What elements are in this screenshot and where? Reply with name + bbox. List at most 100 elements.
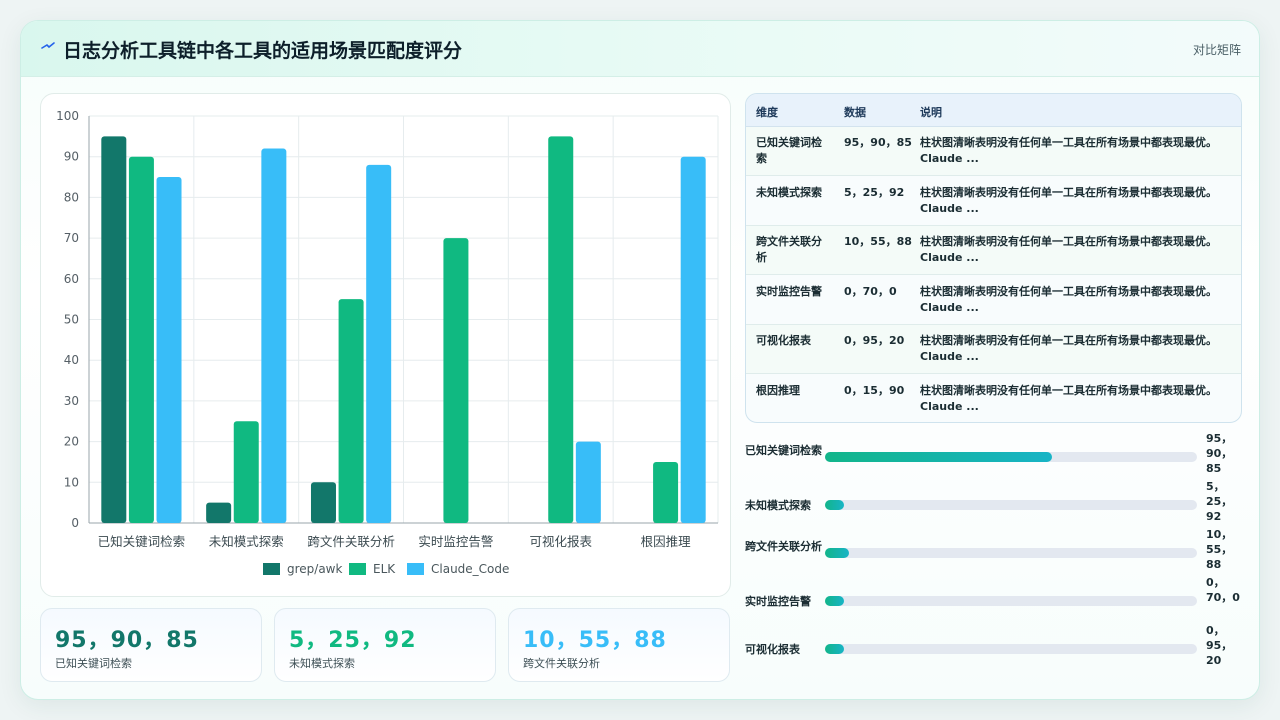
progress-value: 10，55，88 xyxy=(1206,528,1233,571)
progress-value: 95，90，85 xyxy=(1206,432,1233,475)
table-cell-note: 柱状图清晰表明没有任何单一工具在所有场景中都表现最优。Claude ... xyxy=(920,185,1217,215)
bar-claude-code-5 xyxy=(680,156,706,523)
table-cell-data: 0，15，90 xyxy=(844,383,905,397)
kpi-card-2: 5，25，92 未知模式探索 xyxy=(274,608,496,682)
table-row: 已知关键词检索 95，90，85 柱状图清晰表明没有任何单一工具在所有场景中都表现最… xyxy=(746,127,1241,176)
table-cell-data: 0，70，0 xyxy=(844,284,897,298)
table-header-dimension: 维度 xyxy=(756,106,778,119)
table-row: 跨文件关联分析 10，55，88 柱状图清晰表明没有任何单一工具在所有场景中都表现最… xyxy=(746,226,1241,275)
bar-elk-5 xyxy=(653,461,679,523)
bar-claude-code-4 xyxy=(575,441,601,523)
y-tick-label: 80 xyxy=(64,190,79,204)
y-tick-label: 70 xyxy=(64,231,79,245)
kpi-label: 跨文件关联分析 xyxy=(523,657,600,670)
progress-fill xyxy=(825,644,844,654)
x-tick-label: 可视化报表 xyxy=(529,534,592,549)
progress-fill xyxy=(825,452,1052,462)
kpi-card-3: 10，55，88 跨文件关联分析 xyxy=(508,608,730,682)
sparkle-icon xyxy=(41,42,55,49)
progress-fill xyxy=(825,500,844,510)
table-cell-data: 0，95，20 xyxy=(844,334,905,347)
progress-fill xyxy=(825,596,844,606)
kpi-value: 10，55，88 xyxy=(523,628,667,653)
table-row: 根因推理 0，15，90 柱状图清晰表明没有任何单一工具在所有场景中都表现最优。Cl… xyxy=(746,375,1241,423)
table-row: 实时监控告警 0，70，0 柱状图清晰表明没有任何单一工具在所有场景中都表现最优。C… xyxy=(746,276,1241,325)
progress-row: 已知关键词检索 95，90，85 xyxy=(745,432,1245,491)
kpi-value: 95，90，85 xyxy=(55,628,199,653)
progress-label: 实时监控告警 xyxy=(745,595,811,608)
table-cell-dimension: 未知模式探索 xyxy=(756,185,822,199)
progress-label: 未知模式探索 xyxy=(745,499,811,512)
table-cell-dimension: 已知关键词检索 xyxy=(756,136,822,165)
progress-value: 0，95，20 xyxy=(1206,624,1233,667)
table-header: 维度 数据 说明 xyxy=(746,94,1241,127)
y-tick-label: 60 xyxy=(64,272,79,286)
data-table: 维度 数据 说明 已知关键词检索 95，90，85 柱状图清晰表明没有任何单一工具在… xyxy=(745,93,1242,423)
progress-value: 0，70，0 xyxy=(1206,576,1240,604)
table-row: 未知模式探索 5，25，92 柱状图清晰表明没有任何单一工具在所有场景中都表现最优。… xyxy=(746,177,1241,226)
bar-chart-panel: 0 10 20 30 40 50 60 70 80 90 100 已知关键词检索 未知模式探索 跨文件关联… xyxy=(40,93,731,597)
legend-label: Claude_Code xyxy=(431,562,509,576)
progress-label: 跨文件关联分析 xyxy=(745,540,822,553)
bar-grep-awk-0 xyxy=(101,136,127,523)
table-cell-note: 柱状图清晰表明没有任何单一工具在所有场景中都表现最优。Claude ... xyxy=(920,136,1217,165)
x-tick-label: 未知模式探索 xyxy=(209,534,284,549)
matrix-tag: 对比矩阵 xyxy=(1192,43,1241,57)
progress-label: 已知关键词检索 xyxy=(745,444,822,457)
progress-fill xyxy=(825,548,850,558)
bar-claude-code-2 xyxy=(366,164,392,523)
bar-elk-2 xyxy=(338,299,364,523)
table-cell-data: 10，55，88 xyxy=(844,235,912,248)
page-title: 日志分析工具链中各工具的适用场景匹配度评分 xyxy=(63,40,463,62)
progress-row: 可视化报表 0，95，20 xyxy=(745,624,1245,683)
table-cell-note: 柱状图清晰表明没有任何单一工具在所有场景中都表现最优。Claude ... xyxy=(920,284,1217,314)
table-cell-dimension: 跨文件关联分析 xyxy=(756,235,822,264)
progress-value: 5，25，92 xyxy=(1206,480,1233,523)
y-tick-label: 100 xyxy=(56,109,79,123)
table-cell-note: 柱状图清晰表明没有任何单一工具在所有场景中都表现最优。Claude ... xyxy=(920,334,1217,363)
table-cell-note: 柱状图清晰表明没有任何单一工具在所有场景中都表现最优。Claude ... xyxy=(920,235,1217,264)
y-tick-label: 30 xyxy=(64,394,79,408)
table-cell-dimension: 根因推理 xyxy=(756,383,800,397)
bar-grep-awk-1 xyxy=(206,502,232,523)
bar-claude-code-0 xyxy=(156,177,182,524)
kpi-card-1: 95，90，85 已知关键词检索 xyxy=(40,608,262,682)
progress-track xyxy=(825,500,1197,510)
table-cell-note: 柱状图清晰表明没有任何单一工具在所有场景中都表现最优。Claude ... xyxy=(920,383,1217,413)
bar-chart: 0 10 20 30 40 50 60 70 80 90 100 已知关键词检索 未知模式探索 跨文件关联… xyxy=(56,109,719,576)
progress-track xyxy=(825,596,1197,606)
x-tick-label: 已知关键词检索 xyxy=(98,534,186,549)
x-tick-label: 根因推理 xyxy=(641,534,692,549)
bar-grep-awk-2 xyxy=(310,482,336,523)
bar-elk-0 xyxy=(128,156,154,523)
table-row: 可视化报表 0，95，20 柱状图清晰表明没有任何单一工具在所有场景中都表现最优。C… xyxy=(746,325,1241,374)
progress-track xyxy=(825,644,1197,654)
kpi-label: 未知模式探索 xyxy=(289,657,355,670)
y-tick-label: 90 xyxy=(64,150,79,164)
table-cell-dimension: 实时监控告警 xyxy=(756,284,822,298)
table-cell-data: 95，90，85 xyxy=(844,136,912,149)
legend-swatch xyxy=(263,563,280,575)
progress-list: 已知关键词检索 95，90，85 未知模式探索 5，25，92 跨文件关联分析 10，55… xyxy=(745,432,1245,695)
y-tick-label: 10 xyxy=(64,475,79,489)
header: 日志分析工具链中各工具的适用场景匹配度评分 对比矩阵 xyxy=(21,21,1259,77)
dashboard-card: 日志分析工具链中各工具的适用场景匹配度评分 对比矩阵 0 10 20 30 40 50 60… xyxy=(20,20,1260,700)
table-cell-dimension: 可视化报表 xyxy=(756,334,811,347)
table-cell-data: 5，25，92 xyxy=(844,185,905,199)
legend-swatch xyxy=(349,563,366,575)
progress-track xyxy=(825,452,1197,462)
y-tick-label: 0 xyxy=(71,516,79,530)
progress-row: 未知模式探索 5，25，92 xyxy=(745,480,1245,539)
bar-elk-1 xyxy=(233,421,259,523)
table-header-data: 数据 xyxy=(844,106,866,119)
progress-row: 跨文件关联分析 10，55，88 xyxy=(745,528,1245,587)
legend-swatch xyxy=(407,563,424,575)
legend-label: grep/awk xyxy=(287,562,342,576)
progress-track xyxy=(825,548,1197,558)
kpi-value: 5，25，92 xyxy=(289,628,417,653)
x-tick-label: 跨文件关联分析 xyxy=(307,534,395,549)
progress-row: 实时监控告警 0，70，0 xyxy=(745,576,1245,635)
bar-claude-code-1 xyxy=(261,148,287,523)
kpi-label: 已知关键词检索 xyxy=(55,657,132,670)
y-tick-label: 40 xyxy=(64,353,79,367)
